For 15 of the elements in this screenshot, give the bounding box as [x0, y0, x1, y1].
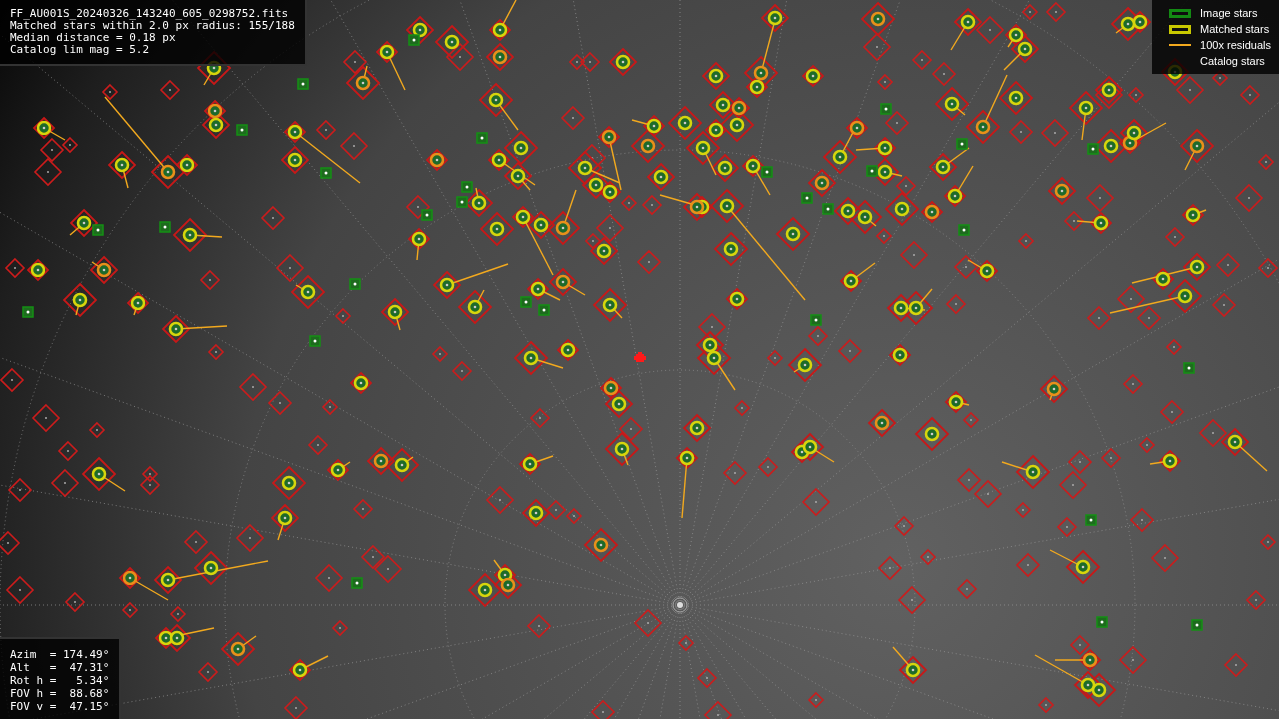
image-star-key-icon: [1169, 8, 1192, 18]
pointing-line: FOV h = 88.68°: [10, 688, 110, 700]
pointing-line: Rot h = 5.34°: [10, 675, 110, 687]
legend-label: Image stars: [1200, 6, 1258, 20]
legend-label: Matched stars: [1200, 22, 1270, 36]
info-line: Median distance = 0.18 px: [10, 32, 177, 44]
pointing-line: FOV v = 47.15°: [10, 701, 110, 713]
info-line: FF_AU001S_20240326_143240_605_0298752.fits: [10, 8, 290, 20]
info-line: Matched stars within 2.0 px radius: 155/188: [10, 20, 295, 32]
info-line: Catalog lim mag = 5.2: [10, 44, 151, 56]
legend-label: 100x residuals: [1200, 38, 1271, 52]
matched-star-key-icon: [1169, 24, 1192, 34]
legend-label: Catalog stars: [1200, 54, 1265, 68]
pointing-line: Azim = 174.49°: [10, 649, 110, 661]
pointing-line: Alt = 47.31°: [10, 662, 110, 674]
